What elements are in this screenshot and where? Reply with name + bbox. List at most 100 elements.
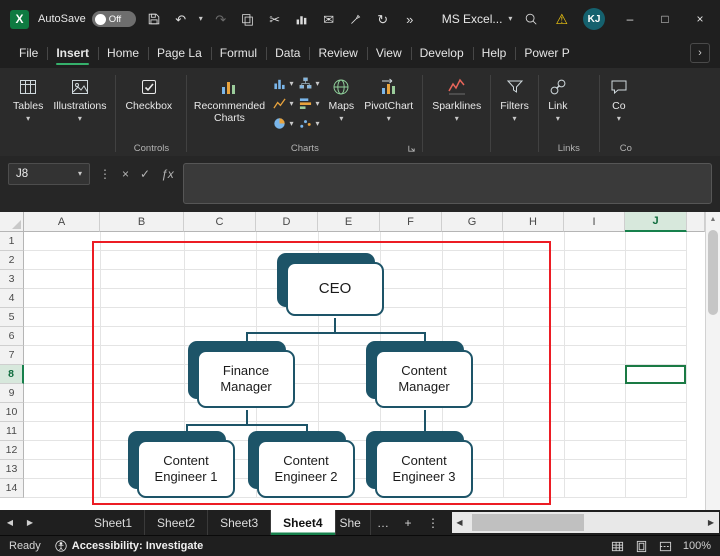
org-node-content-manager[interactable]: Content Manager: [375, 350, 473, 408]
sheet-tab-sheet5[interactable]: She: [336, 510, 371, 535]
row-header-5[interactable]: 5: [0, 308, 24, 327]
row-header-11[interactable]: 11: [0, 422, 24, 441]
undo-icon[interactable]: ↶: [172, 13, 190, 26]
page-layout-view-icon[interactable]: [635, 540, 648, 553]
vertical-scroll-thumb[interactable]: [708, 230, 718, 315]
org-node-content-engineer-3[interactable]: Content Engineer 3: [375, 440, 473, 498]
ribbon-options-button[interactable]: ›: [690, 43, 710, 63]
row-header-3[interactable]: 3: [0, 270, 24, 289]
row-header-13[interactable]: 13: [0, 460, 24, 479]
ribbon-tab-developer[interactable]: Develop: [410, 38, 473, 68]
save-icon[interactable]: [145, 12, 163, 26]
horizontal-scroll-thumb[interactable]: [471, 514, 584, 531]
sheet-nav-left-icon[interactable]: ◀: [0, 510, 20, 535]
more-commands-icon[interactable]: »: [401, 13, 419, 26]
row-header-4[interactable]: 4: [0, 289, 24, 308]
hscroll-left-icon[interactable]: ◀: [452, 518, 468, 527]
zoom-level[interactable]: 100%: [683, 540, 711, 552]
column-header-h[interactable]: H: [503, 212, 564, 232]
row-header-6[interactable]: 6: [0, 327, 24, 346]
maximize-button[interactable]: □: [655, 12, 675, 26]
hscroll-track[interactable]: [468, 512, 704, 533]
sparklines-button[interactable]: Sparklines ▾: [427, 73, 486, 123]
hierarchy-chart-button[interactable]: ▾: [299, 77, 320, 90]
ribbon-tab-home[interactable]: Home: [98, 38, 148, 68]
cancel-icon[interactable]: ×: [122, 167, 129, 181]
column-header-b[interactable]: B: [100, 212, 184, 232]
normal-view-icon[interactable]: [611, 540, 624, 553]
row-header-9[interactable]: 9: [0, 384, 24, 403]
ribbon-tab-page-layout[interactable]: Page La: [148, 38, 211, 68]
row-header-10[interactable]: 10: [0, 403, 24, 422]
column-chart-button[interactable]: ▾: [273, 77, 293, 90]
worksheet[interactable]: A B C D E F G H I J 1 2 3 4 5 6 7 8 9 10…: [0, 212, 720, 510]
org-node-ceo[interactable]: CEO: [286, 262, 384, 316]
user-avatar[interactable]: KJ: [583, 8, 605, 30]
excel-logo-icon[interactable]: X: [10, 9, 29, 29]
column-header-g[interactable]: G: [442, 212, 503, 232]
org-node-finance-manager[interactable]: Finance Manager: [197, 350, 295, 408]
ribbon-tab-view[interactable]: View: [366, 38, 411, 68]
bar-chart-button[interactable]: ▾: [299, 97, 320, 110]
vertical-scrollbar[interactable]: ▲: [705, 212, 720, 510]
enter-icon[interactable]: ✓: [140, 167, 150, 181]
close-button[interactable]: ×: [690, 12, 710, 26]
row-header-14[interactable]: 14: [0, 479, 24, 498]
tables-button[interactable]: Tables ▾: [8, 73, 48, 123]
ribbon-tab-power-pivot[interactable]: Power P: [515, 38, 578, 68]
formula-input[interactable]: [182, 163, 712, 204]
ribbon-tab-help[interactable]: Help: [472, 38, 516, 68]
row-header-1[interactable]: 1: [0, 232, 24, 251]
search-icon[interactable]: [522, 12, 540, 26]
row-header-8[interactable]: 8: [0, 365, 24, 384]
filters-button[interactable]: Filters ▾: [495, 73, 534, 123]
insert-function-icon[interactable]: ƒx: [161, 167, 174, 181]
selected-cell-j8[interactable]: [625, 365, 686, 384]
org-node-content-engineer-1[interactable]: Content Engineer 1: [137, 440, 235, 498]
scatter-chart-button[interactable]: ▾: [299, 117, 320, 130]
cut-icon[interactable]: ✂: [266, 13, 284, 26]
column-header-i[interactable]: I: [564, 212, 625, 232]
horizontal-scrollbar[interactable]: ◀ ▶: [451, 512, 719, 533]
pivotchart-button[interactable]: PivotChart ▾: [359, 73, 418, 123]
row-header-2[interactable]: 2: [0, 251, 24, 270]
refresh-icon[interactable]: ↻: [374, 13, 392, 26]
illustrations-button[interactable]: Illustrations ▾: [48, 73, 111, 123]
link-button[interactable]: Link ▾: [543, 73, 573, 123]
checkbox-button[interactable]: Checkbox: [120, 73, 177, 112]
sheet-nav-right-icon[interactable]: ▶: [20, 510, 40, 535]
ribbon-tab-review[interactable]: Review: [309, 38, 366, 68]
copy-icon[interactable]: [239, 13, 257, 26]
document-title[interactable]: MS Excel... ▾: [442, 12, 513, 26]
column-header-c[interactable]: C: [184, 212, 256, 232]
column-header-a[interactable]: A: [24, 212, 100, 232]
name-box-dropdown-icon[interactable]: ▾: [78, 170, 82, 178]
ribbon-tab-data[interactable]: Data: [266, 38, 309, 68]
ribbon-tab-file[interactable]: File: [10, 38, 47, 68]
comments-button[interactable]: Co ▾: [604, 73, 634, 123]
chart-icon[interactable]: [293, 13, 311, 26]
line-chart-button[interactable]: ▾: [273, 97, 293, 110]
format-painter-icon[interactable]: [347, 13, 365, 26]
all-sheets-button[interactable]: …: [371, 510, 396, 535]
column-header-d[interactable]: D: [256, 212, 318, 232]
accessibility-status[interactable]: Accessibility: Investigate: [55, 540, 203, 552]
new-sheet-button[interactable]: +: [396, 510, 421, 535]
row-header-7[interactable]: 7: [0, 346, 24, 365]
recommended-charts-button[interactable]: Recommended Charts: [191, 73, 267, 124]
autosave-toggle[interactable]: Off: [91, 11, 136, 27]
sheet-tab-sheet2[interactable]: Sheet2: [145, 510, 209, 535]
column-header-e[interactable]: E: [318, 212, 380, 232]
charts-dialog-launcher[interactable]: [407, 144, 416, 153]
mail-icon[interactable]: ✉: [320, 13, 338, 26]
row-header-12[interactable]: 12: [0, 441, 24, 460]
hscroll-right-icon[interactable]: ▶: [703, 518, 719, 527]
page-break-view-icon[interactable]: [659, 540, 672, 553]
sheet-tab-sheet3[interactable]: Sheet3: [208, 510, 272, 535]
maps-button[interactable]: Maps ▾: [324, 73, 360, 123]
sheet-options-icon[interactable]: ⋮: [421, 510, 446, 535]
warning-icon[interactable]: ⚠: [555, 11, 568, 28]
sheet-tab-sheet1[interactable]: Sheet1: [82, 510, 146, 535]
scroll-up-icon[interactable]: ▲: [706, 212, 720, 223]
minimize-button[interactable]: –: [620, 12, 640, 26]
